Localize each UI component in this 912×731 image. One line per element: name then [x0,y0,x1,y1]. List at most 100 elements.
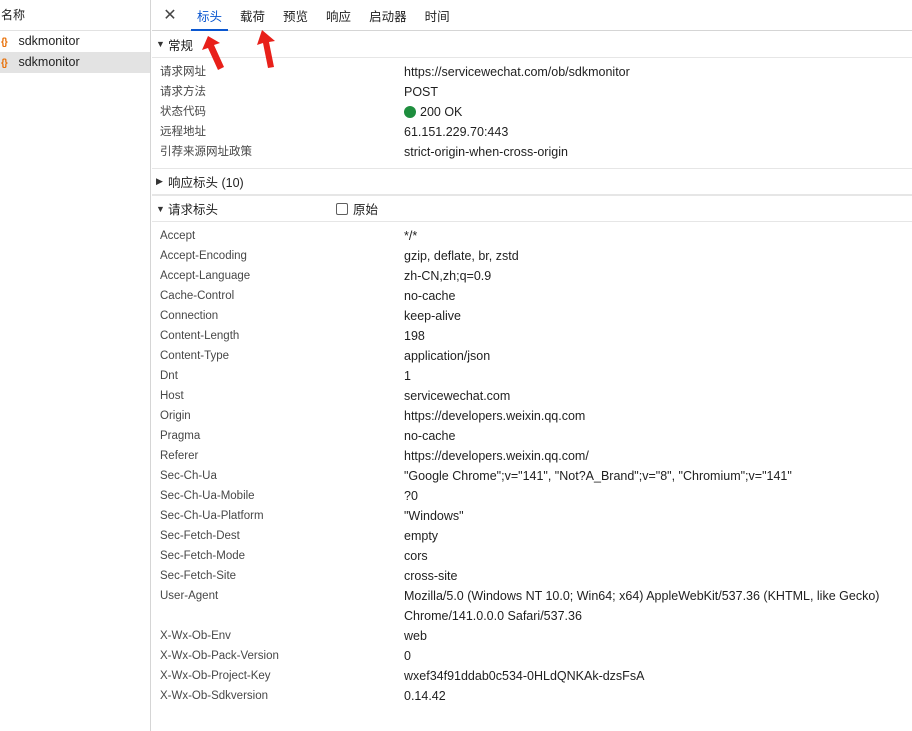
header-row: Sec-Fetch-Site cross-site [152,566,912,586]
header-value[interactable]: */* [404,226,425,246]
header-value[interactable]: https://developers.weixin.qq.com [404,406,593,426]
request-header-rows: Accept */* Accept-Encoding gzip, deflate, b… [152,222,912,712]
annotation-arrow-icon [202,36,224,70]
header-key: Sec-Fetch-Site [160,570,237,582]
header-value[interactable]: keep-alive [404,306,469,326]
header-key: X-Wx-Ob-Sdkversion [160,690,268,702]
header-row: X-Wx-Ob-Project-Key wxef34f91ddab0c534-0H… [152,666,912,686]
header-key: 请求方法 [160,86,206,98]
header-value[interactable]: zh-CN,zh;q=0.9 [404,266,499,286]
header-key: Sec-Fetch-Dest [160,530,240,542]
raw-label: 原始 [353,203,379,217]
header-key: Accept-Language [160,270,251,282]
header-row: User-Agent Mozilla/5.0 (Windows NT 10.0; … [152,586,912,626]
triangle-down-icon: ▼ [156,39,165,49]
header-key: Pragma [160,430,201,442]
status-code-text: 200 OK [420,105,463,119]
header-row: X-Wx-Ob-Env web [152,626,912,646]
request-list-header[interactable]: 名称 [0,0,150,31]
header-key: User-Agent [160,590,219,602]
header-row: 状态代码 200 OK [152,102,912,122]
details-tabbar: ✕ 标头 载荷 预览 响应 启动器 时间 [152,0,912,31]
header-value[interactable]: 198 [404,326,433,346]
header-value[interactable]: "Google Chrome";v="141", "Not?A_Brand";v… [404,466,800,486]
triangle-down-icon: ▼ [156,203,165,214]
header-value[interactable]: empty [404,526,446,546]
header-key: Content-Length [160,330,240,342]
header-row: Sec-Fetch-Dest empty [152,526,912,546]
header-value[interactable]: ?0 [404,486,426,506]
header-row: X-Wx-Ob-Pack-Version 0 [152,646,912,666]
raw-toggle[interactable]: 原始 [336,199,378,218]
header-value[interactable]: no-cache [404,286,463,306]
header-key: X-Wx-Ob-Project-Key [160,670,271,682]
header-value[interactable]: 61.151.229.70:443 [404,122,516,142]
header-value[interactable]: 0.14.42 [404,686,454,706]
header-value[interactable]: gzip, deflate, br, zstd [404,246,527,266]
header-row: Referer https://developers.weixin.qq.com/ [152,446,912,466]
header-row: 远程地址 61.151.229.70:443 [152,122,912,142]
header-value[interactable]: https://servicewechat.com/ob/sdkmonitor [404,62,638,82]
header-value[interactable]: 200 OK [404,102,470,122]
header-row: X-Wx-Ob-Sdkversion 0.14.42 [152,686,912,706]
header-value[interactable]: 1 [404,366,419,386]
header-row: Pragma no-cache [152,426,912,446]
general-section-title: 常规 [168,38,194,53]
header-row: Sec-Fetch-Mode cors [152,546,912,566]
header-value[interactable]: web [404,626,435,646]
header-value[interactable]: application/json [404,346,498,366]
header-key: Accept-Encoding [160,250,247,262]
close-icon[interactable]: ✕ [152,0,188,30]
request-item[interactable]: {} sdkmonitor [0,31,150,52]
raw-checkbox[interactable] [336,202,348,215]
request-item-selected[interactable]: {} sdkmonitor [0,52,150,73]
header-key: 引荐来源网址政策 [160,146,252,158]
header-key: Referer [160,450,199,462]
header-key: Sec-Ch-Ua [160,470,217,482]
tab-timing[interactable]: 时间 [416,0,459,30]
header-key: X-Wx-Ob-Env [160,630,231,642]
header-row: Content-Type application/json [152,346,912,366]
header-row: Connection keep-alive [152,306,912,326]
general-rows: 请求网址 https://servicewechat.com/ob/sdkmoni… [152,58,912,168]
header-key: Sec-Ch-Ua-Platform [160,510,264,522]
header-value[interactable]: Mozilla/5.0 (Windows NT 10.0; Win64; x64… [404,586,912,626]
header-value[interactable]: cross-site [404,566,465,586]
header-key: Accept [160,230,196,242]
request-headers-title: 请求标头 [168,203,219,217]
header-value[interactable]: no-cache [404,426,463,446]
tab-initiator[interactable]: 启动器 [360,0,416,30]
json-icon: {} [1,37,8,48]
header-row: Accept-Encoding gzip, deflate, br, zstd [152,246,912,266]
header-value[interactable]: "Windows" [404,506,472,526]
header-key: Content-Type [160,350,230,362]
header-value[interactable]: cors [404,546,436,566]
tab-preview[interactable]: 预览 [274,0,317,30]
request-headers-toggle[interactable]: ▼ 请求标头 原始 [152,195,912,222]
request-details-panel: ✕ 标头 载荷 预览 响应 启动器 时间 ▼ 常规 请求网址 https://se… [152,0,912,731]
header-row: Cache-Control no-cache [152,286,912,306]
header-row: Accept-Language zh-CN,zh;q=0.9 [152,266,912,286]
header-key: Dnt [160,370,178,382]
header-value[interactable]: 0 [404,646,419,666]
header-value[interactable]: strict-origin-when-cross-origin [404,142,576,162]
header-row: Sec-Ch-Ua "Google Chrome";v="141", "Not?A… [152,466,912,486]
header-value[interactable]: wxef34f91ddab0c534-0HLdQNKAk-dzsFsA [404,666,652,686]
header-value[interactable]: servicewechat.com [404,386,518,406]
header-key: 状态代码 [160,106,206,118]
tab-headers[interactable]: 标头 [188,0,231,31]
tab-response[interactable]: 响应 [317,0,360,30]
header-value[interactable]: POST [404,82,446,102]
request-item-name: sdkmonitor [18,55,80,69]
header-key: Host [160,390,184,402]
tab-payload[interactable]: 载荷 [231,0,274,30]
header-row: Accept */* [152,226,912,246]
header-key: X-Wx-Ob-Pack-Version [160,650,279,662]
response-headers-toggle[interactable]: ▶ 响应标头 (10) [152,168,912,195]
response-headers-title: 响应标头 (10) [168,176,244,190]
annotation-arrow-icon [257,30,275,68]
header-row: Content-Length 198 [152,326,912,346]
header-value[interactable]: https://developers.weixin.qq.com/ [404,446,597,466]
header-key: Cache-Control [160,290,235,302]
header-row: Host servicewechat.com [152,386,912,406]
